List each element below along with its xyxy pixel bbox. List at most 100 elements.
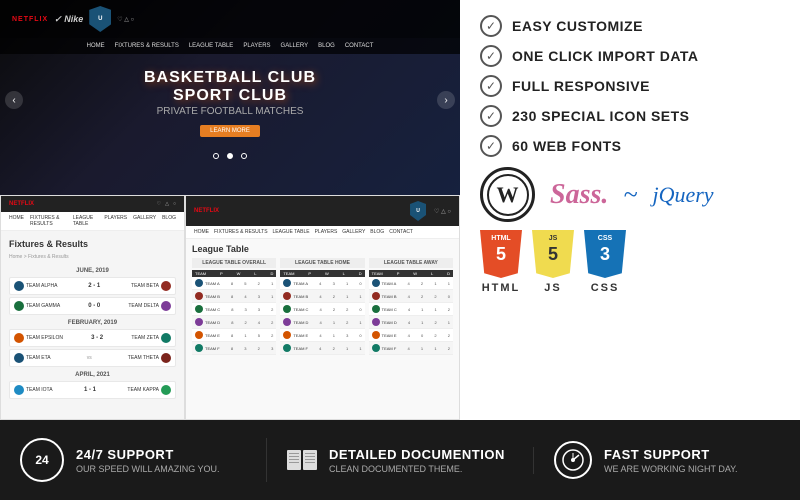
tech-row-1: W Sass. ~ jQuery [480,167,780,222]
team-away-1: TEAM BETA [131,281,171,291]
support-item: 24 24/7 SUPPORT OUR SPEED WILL AMAZING Y… [0,438,267,482]
league-menu-contact: CONTACT [389,229,413,235]
hero-dots [0,146,460,164]
fixtures-header: NETFLIX ♡△○ [1,196,184,212]
table-overall-header: TEAM P W L D [192,270,276,277]
league-shield: U [410,201,426,221]
away-row-4: TEAM D 4121 [369,316,453,329]
league-header: NETFLIX U ♡ △ ○ [186,196,459,226]
table-row-3: TEAM C 8332 [192,303,276,316]
check-icon-1: ✓ [480,15,502,37]
league-table-overall: LEAGUE TABLE OVERALL TEAM P W L D TEAM A… [192,258,276,355]
js-badge: JS 5 [532,230,574,278]
match-row-2: TEAM GAMMA 0 - 0 TEAM DELTA [9,297,176,315]
away-row-1: TEAM A 4211 [369,277,453,290]
date-june: JUNE, 2019 [9,268,176,274]
hero-screenshot: NETFLIX ✓ Nike U ♡ △ ○ HOME FIXTURES & R… [0,0,460,200]
support-subtitle: OUR SPEED WILL AMAZING YOU. [76,464,220,474]
league-menu-home: HOME [194,229,209,235]
check-icon-3: ✓ [480,75,502,97]
fixtures-nav-fixtures: FIXTURES & RESULTS [30,215,67,227]
league-menu: HOME FIXTURES & RESULTS LEAGUE TABLE PLA… [186,226,459,239]
away-row-3: TEAM C 4112 [369,303,453,316]
css3-badge: CSS 3 [584,230,626,278]
fixtures-nav-blog: BLOG [162,215,176,227]
fixtures-title: Fixtures & Results [9,239,176,249]
check-icon-4: ✓ [480,105,502,127]
feature-text-4: 230 SPECIAL ICON SETS [512,108,690,124]
league-menu-fixtures: FIXTURES & RESULTS [214,229,268,235]
away-row-2: TEAM B 4220 [369,290,453,303]
league-menu-gallery: GALLERY [342,229,365,235]
league-screenshot: NETFLIX U ♡ △ ○ HOME FIXTURES & RESULTS … [185,195,460,420]
wordpress-logo: W [480,167,535,222]
table-home-header: TEAM PWLD [280,270,364,277]
league-title: League Table [192,244,453,254]
league-netflix-logo: NETFLIX [194,208,219,214]
css3-version: 3 [584,244,626,265]
html5-label: HTML [480,235,522,242]
menu-contact: CONTACT [345,43,374,49]
team-home-3: TEAM EPSILON [14,333,63,343]
feature-text-3: FULL RESPONSIVE [512,78,650,94]
css3-label: CSS [584,235,626,242]
league-menu-players: PLAYERS [315,229,338,235]
right-panel: ✓ EASY CUSTOMIZE ✓ ONE CLICK IMPORT DATA… [460,0,800,420]
team-away-2: TEAM DELTA [128,301,171,311]
next-arrow[interactable]: › [437,91,455,109]
fixtures-screenshot: NETFLIX ♡△○ HOME FIXTURES & RESULTS LEAG… [0,195,185,420]
fixtures-nav-home: HOME [9,215,24,227]
documentation-icon [287,450,317,470]
check-icon-5: ✓ [480,135,502,157]
fixtures-nav: HOME FIXTURES & RESULTS LEAGUE TABLE PLA… [1,212,184,231]
table-row-5: TEAM E 8152 [192,329,276,342]
match-vs: vs [87,355,92,361]
th-l: L [254,271,256,276]
fixtures-header-links: ♡△○ [157,201,176,207]
table-overall-title: LEAGUE TABLE OVERALL [192,258,276,268]
league-table-home: LEAGUE TABLE HOME TEAM PWLD TEAM A 4310 … [280,258,364,355]
home-row-5: TEAM E 4130 [280,329,364,342]
menu-blog: BLOG [318,43,335,49]
hero-cta-button[interactable]: LEARN MORE [200,125,260,137]
th-team: TEAM [195,271,206,276]
html5-version: 5 [480,244,522,265]
hero-title-line2: SPORT CLUB [10,87,450,105]
documentation-item: DETAILED DOCUMENTION CLEAN DOCUMENTED TH… [267,447,534,474]
feature-icon-sets: ✓ 230 SPECIAL ICON SETS [480,105,780,127]
away-row-5: TEAM E 4022 [369,329,453,342]
html-text-label: HTML [482,282,521,294]
home-row-3: TEAM C 4220 [280,303,364,316]
table-row-2: TEAM B 8431 [192,290,276,303]
home-row-4: TEAM D 4121 [280,316,364,329]
badge-row: HTML 5 HTML JS 5 JS CSS 3 CSS [480,230,780,294]
css-text-label: CSS [591,282,620,294]
left-panel: NETFLIX ✓ Nike U ♡ △ ○ HOME FIXTURES & R… [0,0,460,420]
doc-page-1 [287,450,301,470]
th-w: W [237,271,241,276]
feature-text-2: ONE CLICK IMPORT DATA [512,48,699,64]
home-row-2: TEAM B 4211 [280,290,364,303]
js-version: 5 [532,244,574,265]
menu-home: HOME [87,43,105,49]
league-menu-blog: BLOG [370,229,384,235]
feature-web-fonts: ✓ 60 WEB FONTS [480,135,780,157]
table-row-1: TEAM A 8521 [192,277,276,290]
hero-nav-logos: NETFLIX ✓ Nike U ♡ △ ○ [12,6,134,32]
dot-1 [213,153,219,159]
html5-badge: HTML 5 [480,230,522,278]
team-home-4: TEAM ETA [14,353,51,363]
date-feb: FEBRUARY, 2019 [9,320,176,326]
support-title: 24/7 SUPPORT [76,447,220,462]
menu-gallery: GALLERY [281,43,309,49]
prev-arrow[interactable]: ‹ [5,91,23,109]
menu-players: PLAYERS [243,43,270,49]
fixtures-nav-gallery: GALLERY [133,215,156,227]
match-row-1: TEAM ALPHA 2 - 1 TEAM BETA [9,277,176,295]
fast-support-icon [554,441,592,479]
support-24-text: 24 [35,453,48,467]
doc-content: DETAILED DOCUMENTION CLEAN DOCUMENTED TH… [329,447,505,474]
league-table-away: LEAGUE TABLE AWAY TEAM PWLD TEAM A 4211 … [369,258,453,355]
fixtures-breadcrumb: Home > Fixtures & Results [9,254,176,260]
netflix-logo: NETFLIX [12,16,48,23]
